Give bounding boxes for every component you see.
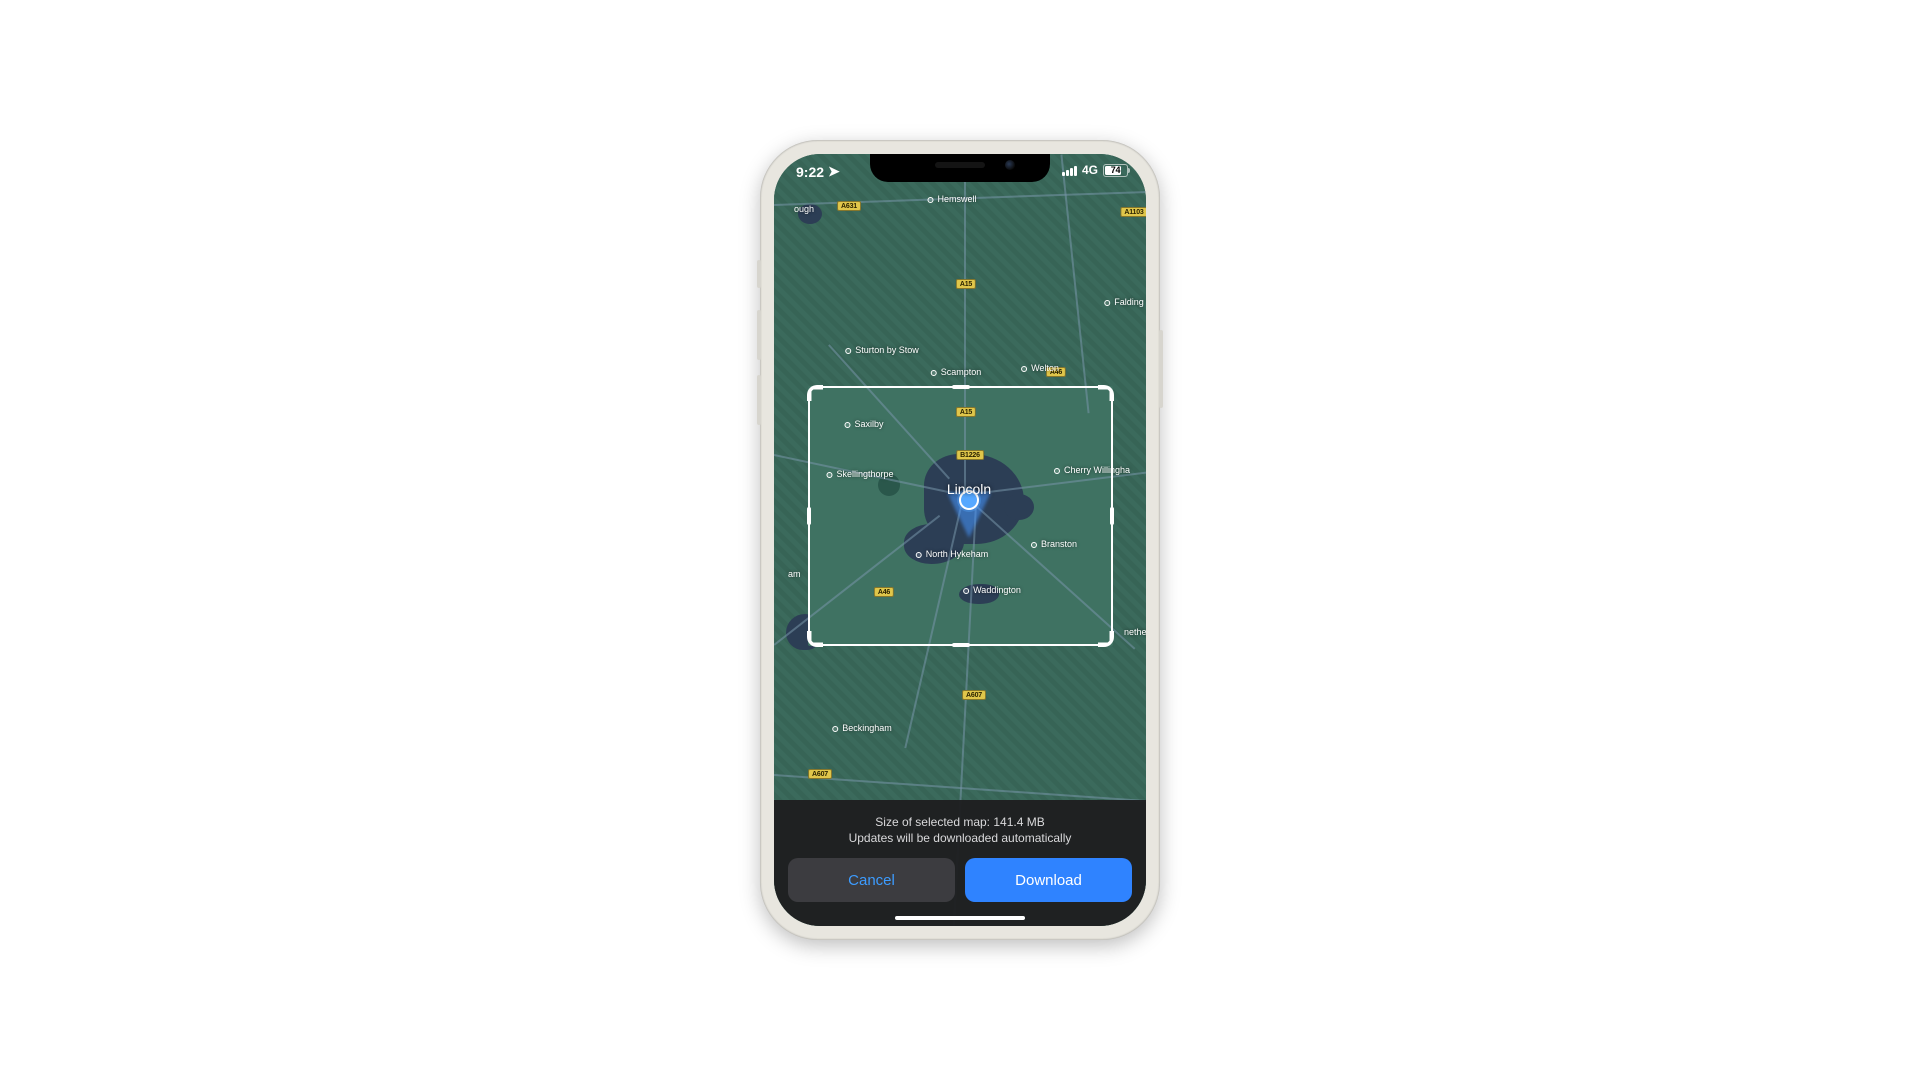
location-services-icon: ➤ [828, 163, 840, 180]
selection-handle-tl[interactable] [807, 385, 823, 401]
road-shield: A607 [962, 690, 986, 700]
selection-handle-left[interactable] [807, 507, 811, 525]
phone-frame: 9:22 ➤ 4G 74 [760, 140, 1160, 940]
volume-down-button [757, 375, 761, 425]
download-button[interactable]: Download [965, 858, 1132, 902]
download-info-text: Size of selected map: 141.4 MB Updates w… [788, 814, 1132, 846]
volume-up-button [757, 310, 761, 360]
road-shield: A631 [837, 201, 861, 211]
selection-handle-right[interactable] [1110, 507, 1114, 525]
power-button [1159, 330, 1163, 408]
status-time: 9:22 [796, 164, 824, 180]
map-place-label: ough [794, 204, 814, 214]
cancel-button[interactable]: Cancel [788, 858, 955, 902]
phone-notch [870, 154, 1050, 182]
network-type: 4G [1082, 163, 1098, 177]
download-selection-frame[interactable] [808, 386, 1113, 646]
home-indicator[interactable] [895, 916, 1025, 920]
map-size-text: Size of selected map: 141.4 MB [788, 814, 1132, 830]
map-place-label: Hemswell [927, 194, 976, 204]
map-place-label: Welton [1021, 363, 1059, 373]
auto-update-text: Updates will be downloaded automatically [788, 830, 1132, 846]
map-place-label: Scampton [931, 367, 982, 377]
road-shield: A15 [956, 279, 976, 289]
map-place-label: Sturton by Stow [845, 345, 919, 355]
map-place-label: nether [1124, 627, 1146, 637]
cellular-signal-icon [1062, 165, 1077, 176]
map-place-label: Beckingham [832, 723, 892, 733]
battery-icon: 74 [1103, 164, 1128, 177]
road-shield: A1103 [1120, 207, 1146, 217]
mute-switch [757, 260, 761, 288]
selection-handle-bottom[interactable] [952, 643, 970, 647]
battery-percent: 74 [1104, 165, 1127, 176]
map-place-label: am [788, 569, 801, 579]
phone-screen: 9:22 ➤ 4G 74 [774, 154, 1146, 926]
road-shield: A607 [808, 769, 832, 779]
selection-handle-top[interactable] [952, 385, 970, 389]
download-sheet: Size of selected map: 141.4 MB Updates w… [774, 800, 1146, 926]
map-place-label: Falding [1104, 297, 1144, 307]
